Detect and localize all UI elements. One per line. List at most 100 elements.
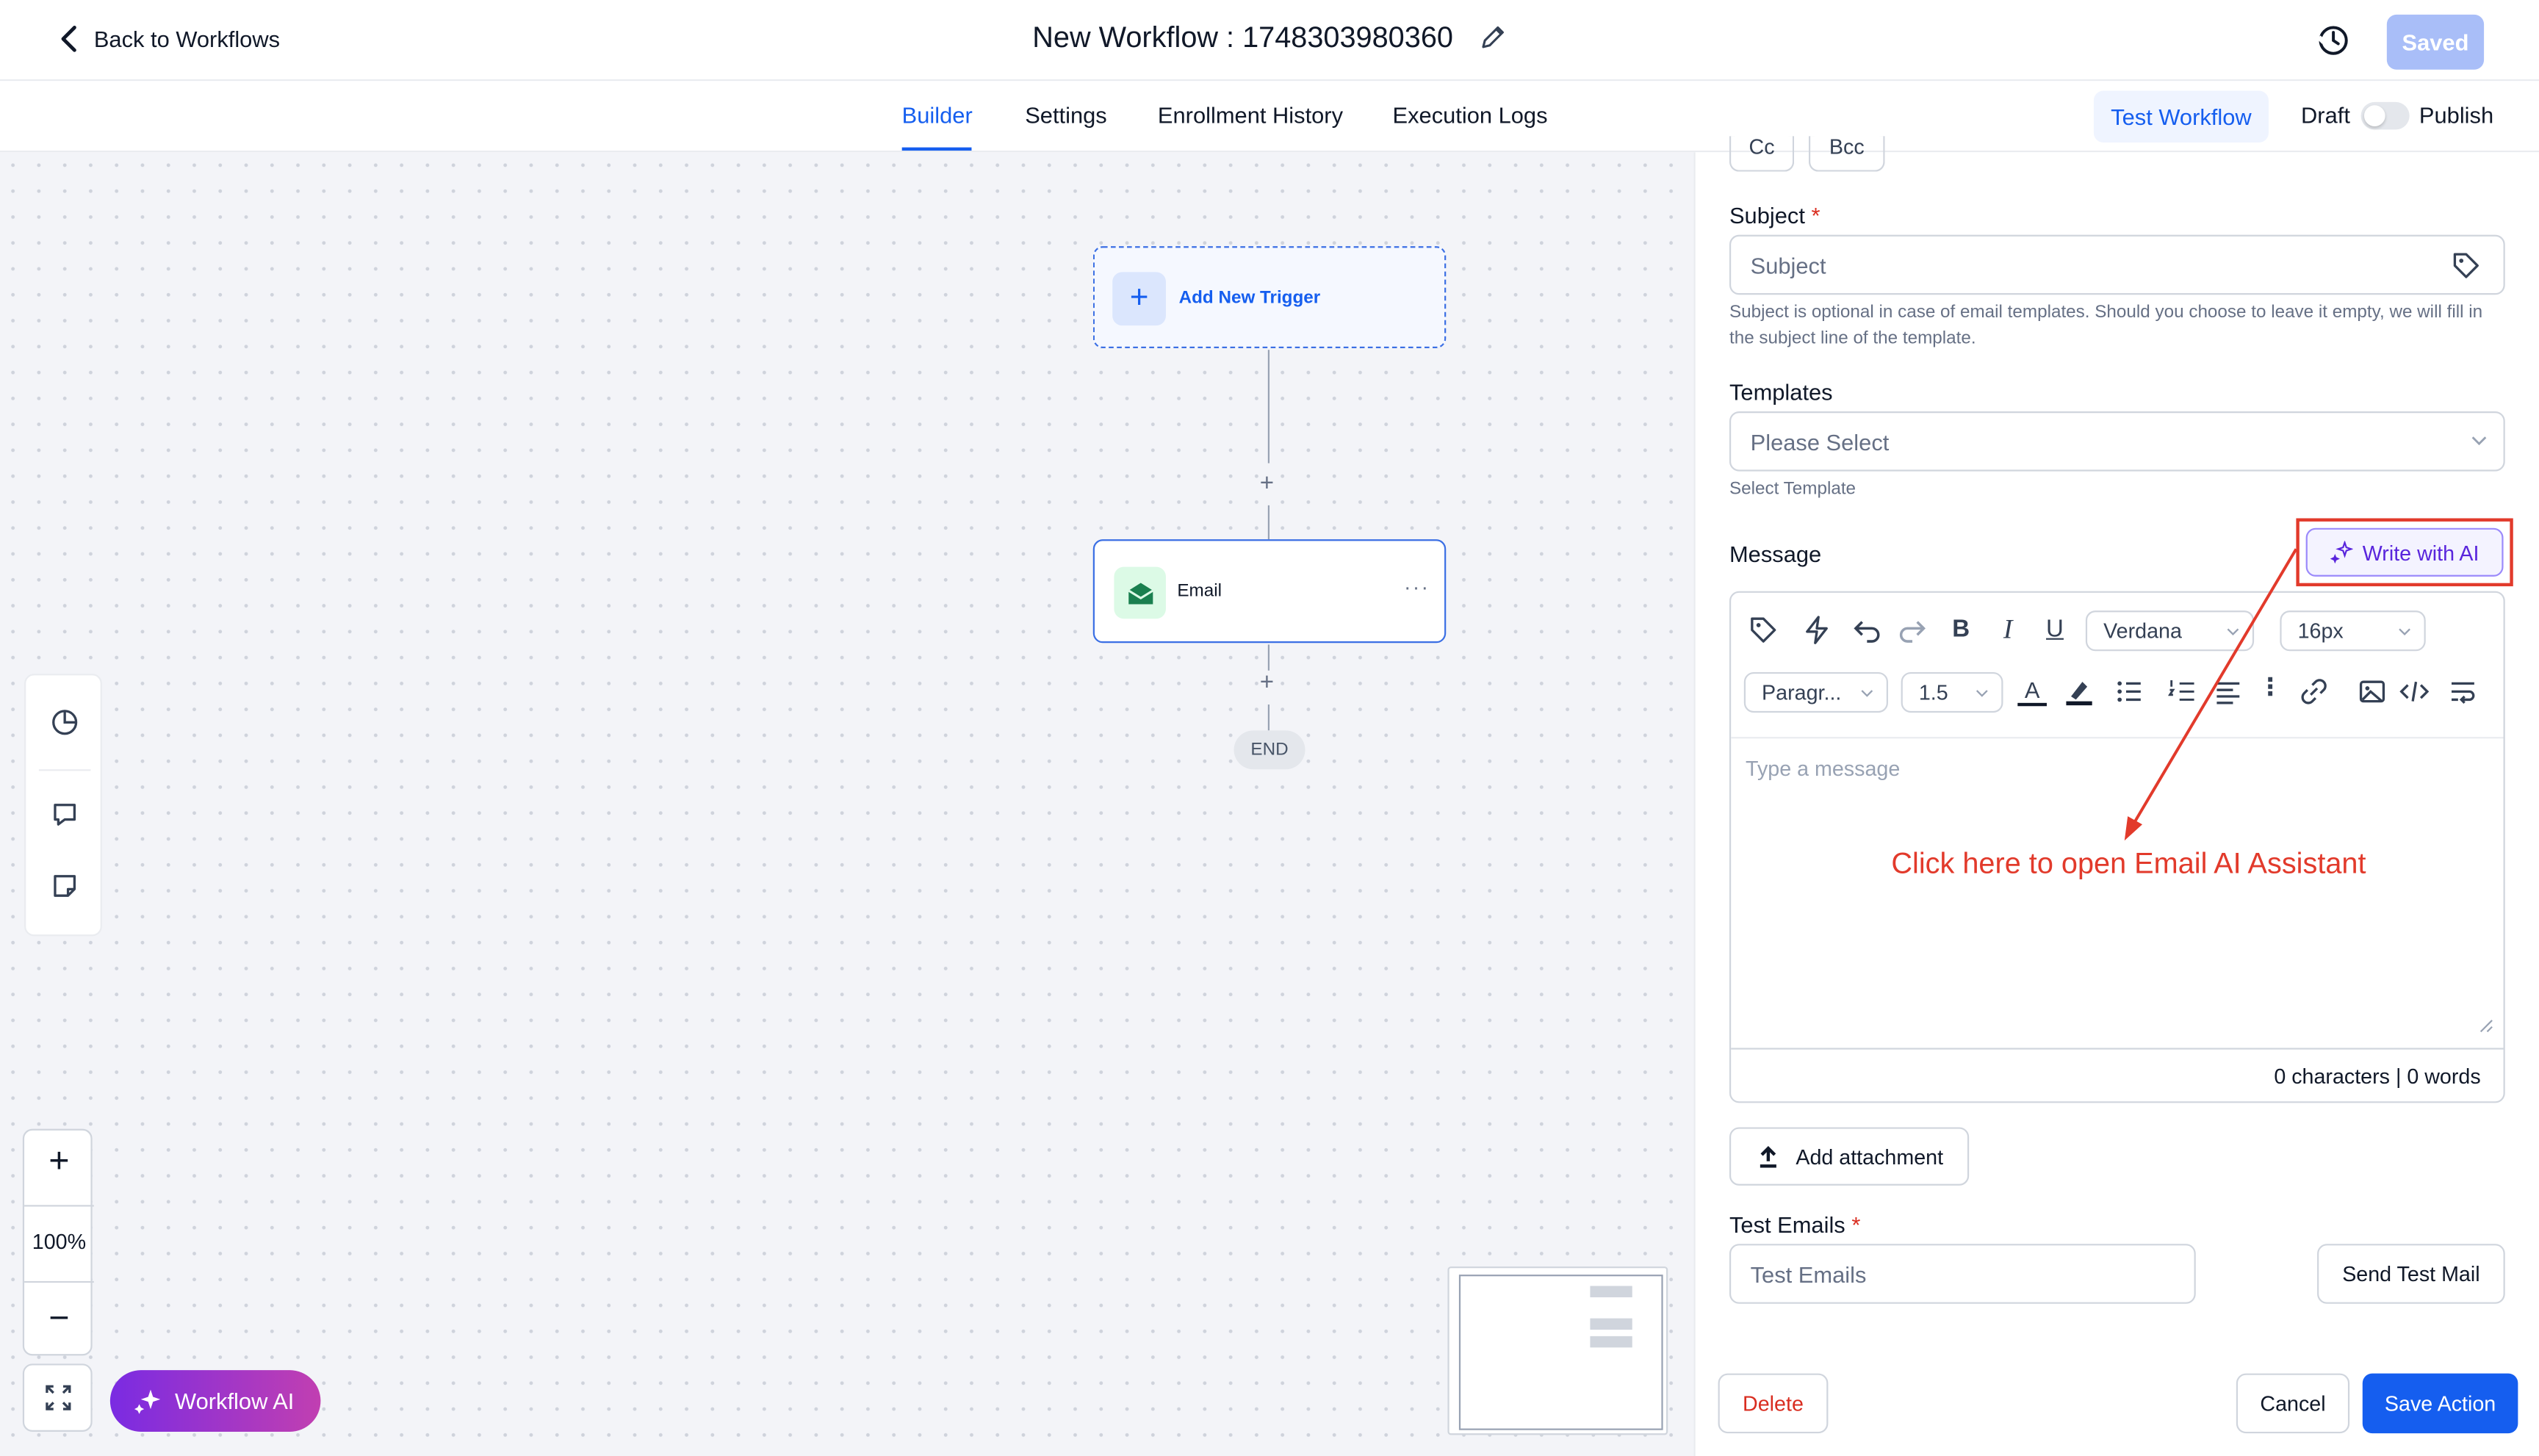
comment-icon[interactable] bbox=[50, 800, 79, 829]
sparkle-icon bbox=[2330, 541, 2353, 564]
font-size-select[interactable]: 16px bbox=[2280, 610, 2426, 652]
workflow-canvas[interactable]: + Add New Trigger + Email ··· + END + 10… bbox=[0, 152, 1694, 1456]
chevron-down-icon bbox=[2399, 628, 2410, 635]
minimap-node bbox=[1590, 1318, 1632, 1330]
line-height-select[interactable]: 1.5 bbox=[1901, 671, 2003, 713]
divider bbox=[38, 769, 91, 771]
add-step-plus-icon[interactable]: + bbox=[1260, 669, 1274, 696]
email-action-node[interactable]: Email ··· bbox=[1092, 539, 1447, 644]
upload-icon bbox=[1760, 1146, 1776, 1168]
resize-handle-icon[interactable] bbox=[2477, 1017, 2493, 1034]
more-vertical-icon[interactable]: ⋮ bbox=[2255, 674, 2285, 703]
email-icon bbox=[1114, 566, 1166, 619]
templates-hint: Select Template bbox=[1729, 479, 1856, 500]
sticky-note-icon[interactable] bbox=[50, 871, 79, 901]
chevron-down-icon bbox=[2227, 628, 2239, 635]
font-size-value: 16px bbox=[2297, 619, 2344, 644]
bcc-button[interactable]: Bcc bbox=[1808, 135, 1885, 172]
text-wrap-icon[interactable] bbox=[2449, 677, 2478, 707]
zoom-in-button[interactable]: + bbox=[24, 1140, 94, 1182]
workflow-ai-button[interactable]: Workflow AI bbox=[109, 1370, 321, 1432]
test-workflow-button[interactable]: Test Workflow bbox=[2093, 90, 2269, 143]
more-options-icon[interactable]: ··· bbox=[1404, 575, 1430, 599]
add-step-plus-icon[interactable]: + bbox=[1260, 469, 1274, 497]
top-bar: Back to Workflows New Workflow : 1748303… bbox=[0, 0, 2539, 82]
add-attachment-label: Add attachment bbox=[1796, 1144, 1944, 1169]
fullscreen-icon bbox=[45, 1385, 71, 1410]
chevron-down-icon bbox=[2471, 436, 2487, 446]
minimap-node bbox=[1590, 1336, 1632, 1348]
tag-icon[interactable] bbox=[2452, 251, 2481, 281]
tab-builder[interactable]: Builder bbox=[902, 102, 973, 128]
message-placeholder[interactable]: Type a message bbox=[1746, 757, 1900, 781]
trigger-label: Add New Trigger bbox=[1178, 288, 1321, 308]
cancel-button[interactable]: Cancel bbox=[2236, 1373, 2350, 1434]
add-attachment-button[interactable]: Add attachment bbox=[1729, 1127, 1970, 1186]
minimap[interactable] bbox=[1447, 1266, 1668, 1435]
link-icon[interactable] bbox=[2299, 677, 2329, 707]
add-trigger-node[interactable]: + Add New Trigger bbox=[1092, 246, 1447, 349]
subject-input[interactable]: Subject bbox=[1729, 234, 2505, 295]
highlight-icon[interactable] bbox=[2064, 677, 2094, 707]
chevron-down-icon bbox=[1861, 690, 1873, 697]
font-family-select[interactable]: Verdana bbox=[2085, 610, 2255, 652]
pencil-icon[interactable] bbox=[1480, 24, 1506, 50]
end-node: END bbox=[1234, 730, 1305, 770]
write-with-ai-label: Write with AI bbox=[2362, 540, 2479, 565]
test-emails-label-text: Test Emails bbox=[1729, 1211, 1845, 1238]
divider bbox=[1731, 737, 2504, 739]
lightning-icon[interactable] bbox=[1802, 616, 1832, 645]
delete-button[interactable]: Delete bbox=[1718, 1373, 1829, 1434]
bold-icon[interactable]: B bbox=[1946, 616, 1976, 645]
subject-label: Subject * bbox=[1729, 203, 1820, 228]
align-icon[interactable] bbox=[2214, 677, 2243, 707]
draft-label: Draft bbox=[2301, 101, 2350, 129]
divider bbox=[24, 1280, 94, 1283]
pie-chart-icon[interactable] bbox=[50, 707, 79, 737]
image-icon[interactable] bbox=[2358, 677, 2387, 707]
zoom-controls: + 100% − bbox=[22, 1128, 94, 1356]
tab-enrollment-history[interactable]: Enrollment History bbox=[1158, 102, 1343, 128]
cc-button[interactable]: Cc bbox=[1729, 135, 1795, 172]
subject-hint: Subject is optional in case of email tem… bbox=[1729, 303, 2483, 349]
required-mark: * bbox=[1851, 1211, 1861, 1238]
workflow-ai-label: Workflow AI bbox=[175, 1388, 295, 1414]
fit-view-button[interactable] bbox=[22, 1363, 93, 1432]
tab-execution-logs[interactable]: Execution Logs bbox=[1393, 102, 1548, 128]
connector-line bbox=[1267, 505, 1270, 540]
italic-icon[interactable]: I bbox=[1993, 615, 2023, 645]
test-emails-input[interactable]: Test Emails bbox=[1729, 1244, 2196, 1304]
save-action-button[interactable]: Save Action bbox=[2362, 1373, 2518, 1434]
publish-label: Publish bbox=[2419, 101, 2494, 129]
publish-toggle[interactable] bbox=[2360, 101, 2410, 130]
text-color-icon[interactable]: A bbox=[2017, 677, 2047, 707]
tab-settings[interactable]: Settings bbox=[1025, 102, 1107, 128]
numbered-list-icon[interactable] bbox=[2168, 677, 2197, 707]
bullet-list-icon[interactable] bbox=[2115, 677, 2144, 707]
saved-button[interactable]: Saved bbox=[2386, 14, 2485, 70]
plus-icon: + bbox=[1112, 272, 1166, 326]
code-icon[interactable] bbox=[2399, 677, 2430, 707]
underline-icon[interactable]: U bbox=[2040, 616, 2070, 645]
history-icon[interactable] bbox=[2316, 23, 2351, 59]
test-emails-label: Test Emails * bbox=[1729, 1211, 1860, 1237]
undo-icon[interactable] bbox=[1852, 616, 1881, 645]
minimap-node bbox=[1590, 1286, 1632, 1297]
line-height-value: 1.5 bbox=[1918, 680, 1948, 705]
zoom-level: 100% bbox=[32, 1229, 87, 1254]
required-mark: * bbox=[1811, 202, 1820, 228]
paragraph-select[interactable]: Paragr... bbox=[1743, 671, 1888, 713]
zoom-out-button[interactable]: − bbox=[24, 1297, 94, 1339]
workflow-title-text: New Workflow : 1748303980360 bbox=[1032, 21, 1453, 54]
tag-icon[interactable] bbox=[1749, 616, 1778, 645]
send-test-mail-button[interactable]: Send Test Mail bbox=[2317, 1244, 2505, 1304]
divider bbox=[1731, 1048, 2504, 1050]
templates-select[interactable]: Please Select bbox=[1729, 411, 2505, 472]
redo-icon[interactable] bbox=[1898, 616, 1927, 645]
app-root: Back to Workflows New Workflow : 1748303… bbox=[0, 0, 2539, 1456]
email-node-label: Email bbox=[1177, 581, 1222, 601]
subject-placeholder: Subject bbox=[1750, 252, 1826, 279]
sparkle-icon bbox=[134, 1389, 161, 1414]
paragraph-value: Paragr... bbox=[1762, 680, 1842, 705]
write-with-ai-button[interactable]: Write with AI bbox=[2305, 527, 2504, 577]
